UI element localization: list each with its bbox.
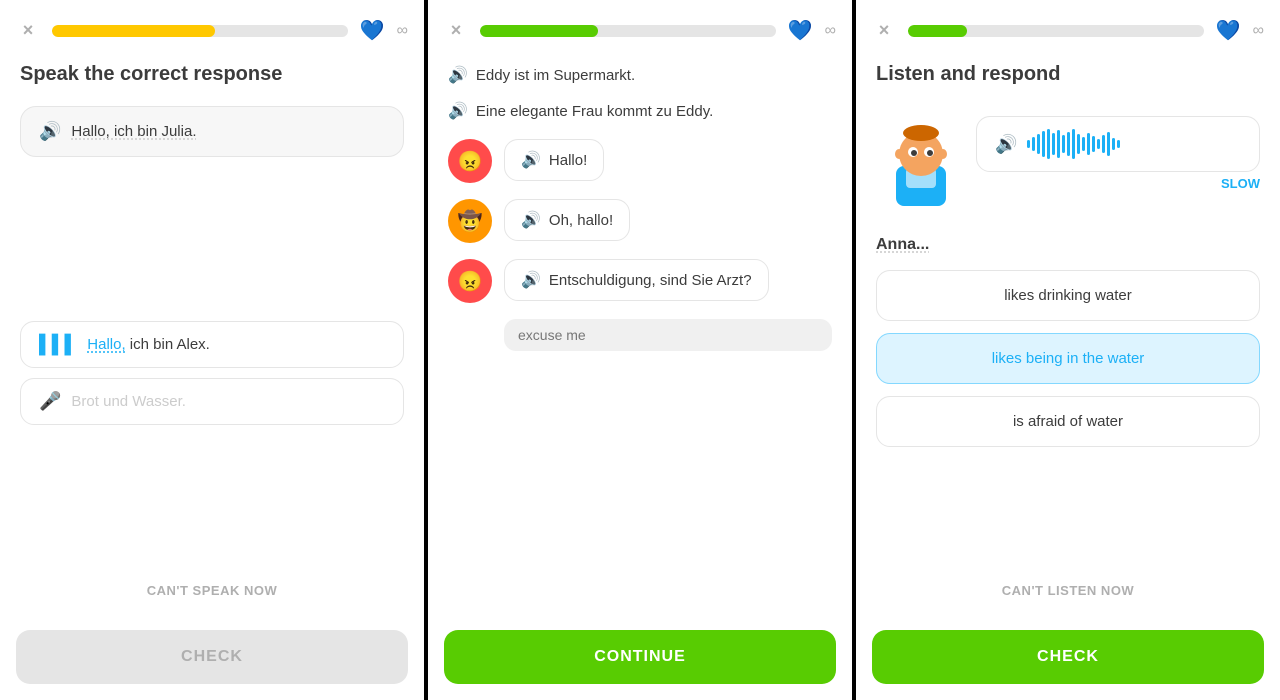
- prompt-text: Hallo, ich bin Julia.: [71, 123, 196, 140]
- audio-section: 🔊: [976, 116, 1260, 191]
- speaker-icon-chat2[interactable]: 🔊: [521, 210, 541, 230]
- panel3-content: Listen and respond: [856, 53, 1280, 618]
- speaker-icon-chat1[interactable]: 🔊: [521, 150, 541, 170]
- character-figure: [876, 116, 966, 216]
- audio-wave-box[interactable]: 🔊: [976, 116, 1260, 172]
- option-button-1[interactable]: likes being in the water: [876, 333, 1260, 384]
- chat-text-1: Hallo!: [549, 152, 587, 169]
- infinity-icon-1: ∞: [397, 22, 408, 40]
- speaker-icon-chat3[interactable]: 🔊: [521, 270, 541, 290]
- progress-bar-3: [908, 25, 1204, 37]
- progress-fill-2: [480, 25, 598, 37]
- mic-bubble[interactable]: 🎤 Brot und Wasser.: [20, 378, 404, 425]
- progress-fill-1: [52, 25, 215, 37]
- heart-icon-2: 💙: [788, 18, 813, 43]
- chat-bubble-1[interactable]: 🔊 Hallo!: [504, 139, 604, 181]
- heart-icon-3: 💙: [1216, 18, 1241, 43]
- chat-row-3: 😠 🔊 Entschuldigung, sind Sie Arzt? excus…: [448, 259, 832, 351]
- panel1-header: × 💙 ∞: [0, 0, 424, 53]
- chat-text-3: Entschuldigung, sind Sie Arzt?: [549, 272, 752, 289]
- avatar-3: 😠: [448, 259, 492, 303]
- avatar-2: 🤠: [448, 199, 492, 243]
- response-after: ich bin Alex.: [130, 336, 210, 353]
- check-button-3[interactable]: CHECK: [872, 630, 1264, 684]
- option-button-2[interactable]: is afraid of water: [876, 396, 1260, 447]
- continue-button[interactable]: CONTINUE: [444, 630, 836, 684]
- panel-conversation: × 💙 ∞ 🔊 Eddy ist im Supermarkt. 🔊 Eine e…: [428, 0, 852, 700]
- chat-bubble-3[interactable]: 🔊 Entschuldigung, sind Sie Arzt?: [504, 259, 769, 301]
- check-button-1[interactable]: CHECK: [16, 630, 408, 684]
- conv-line2: Eine elegante Frau kommt zu Eddy.: [476, 103, 713, 120]
- anna-label: Anna...: [876, 236, 1260, 254]
- panel3-title: Listen and respond: [876, 63, 1260, 86]
- chat-row-1: 😠 🔊 Hallo!: [448, 139, 832, 183]
- panel2-content: 🔊 Eddy ist im Supermarkt. 🔊 Eine elegant…: [428, 53, 852, 618]
- progress-bar-2: [480, 25, 776, 37]
- chat-row-2: 🤠 🔊 Oh, hallo!: [448, 199, 832, 243]
- wave-bars: [1027, 129, 1120, 159]
- progress-bar-1: [52, 25, 348, 37]
- response-bubble: ▌▌▌ Hallo, ich bin Alex.: [20, 321, 404, 368]
- waveform-icon: ▌▌▌: [39, 334, 77, 355]
- prompt-bubble[interactable]: 🔊 Hallo, ich bin Julia.: [20, 106, 404, 157]
- mic-placeholder-text: Brot und Wasser.: [71, 393, 186, 410]
- progress-fill-3: [908, 25, 967, 37]
- panel-speak: × 💙 ∞ Speak the correct response 🔊 Hallo…: [0, 0, 424, 700]
- slow-label[interactable]: SLOW: [976, 176, 1260, 191]
- panel1-title: Speak the correct response: [20, 63, 404, 86]
- cant-speak-label[interactable]: CAN'T SPEAK NOW: [20, 573, 404, 608]
- mic-icon: 🎤: [39, 391, 61, 412]
- speaker-icon-audio[interactable]: 🔊: [995, 134, 1017, 155]
- speaker-icon-line1[interactable]: 🔊: [448, 65, 468, 85]
- avatar-1: 😠: [448, 139, 492, 183]
- conv-line2-row: 🔊 Eine elegante Frau kommt zu Eddy.: [448, 99, 832, 123]
- cant-listen-label[interactable]: CAN'T LISTEN NOW: [876, 573, 1260, 608]
- conv-line1-row: 🔊 Eddy ist im Supermarkt.: [448, 63, 832, 87]
- panel1-footer: CHECK: [0, 618, 424, 700]
- panel2-header: × 💙 ∞: [428, 0, 852, 53]
- chat-text-2: Oh, hallo!: [549, 212, 613, 229]
- translation-label: excuse me: [504, 319, 832, 351]
- character-scene: 🔊: [876, 116, 1260, 216]
- close-button-2[interactable]: ×: [444, 19, 468, 43]
- infinity-icon-3: ∞: [1253, 22, 1264, 40]
- chat-bubble-2[interactable]: 🔊 Oh, hallo!: [504, 199, 630, 241]
- response-highlight: Hallo,: [87, 336, 125, 353]
- panel3-footer: CHECK: [856, 618, 1280, 700]
- panel1-content: Speak the correct response 🔊 Hallo, ich …: [0, 53, 424, 618]
- close-button-3[interactable]: ×: [872, 19, 896, 43]
- close-button-1[interactable]: ×: [16, 19, 40, 43]
- panel3-header: × 💙 ∞: [856, 0, 1280, 53]
- panel2-footer: CONTINUE: [428, 618, 852, 700]
- panel-listen: × 💙 ∞ Listen and respond: [856, 0, 1280, 700]
- speaker-icon-line2[interactable]: 🔊: [448, 101, 468, 121]
- conv-line1: Eddy ist im Supermarkt.: [476, 67, 635, 84]
- speaker-icon-1[interactable]: 🔊: [39, 121, 61, 142]
- response-text: Hallo, ich bin Alex.: [87, 336, 210, 353]
- option-button-0[interactable]: likes drinking water: [876, 270, 1260, 321]
- infinity-icon-2: ∞: [825, 22, 836, 40]
- heart-icon-1: 💙: [360, 18, 385, 43]
